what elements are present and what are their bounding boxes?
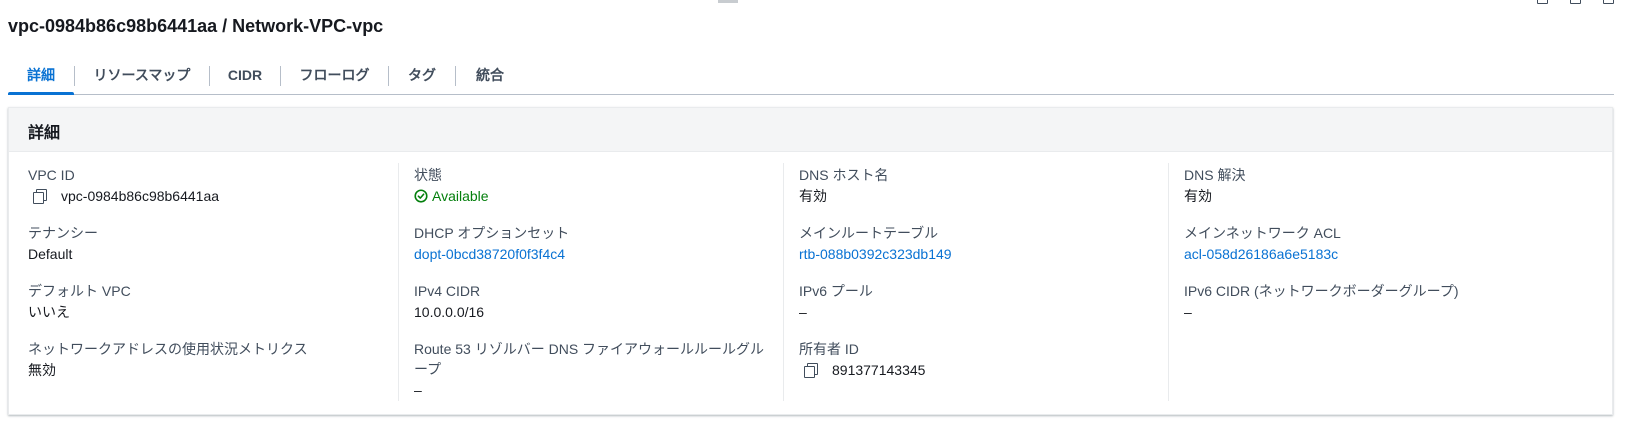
details-panel-header: 詳細 [9,108,1612,152]
window-icon[interactable] [1570,0,1581,4]
field-main-route-table: メインルートテーブル rtb-088b0392c323db149 [799,223,1169,265]
main-network-acl-link[interactable]: acl-058d26186a6e5183c [1184,243,1554,265]
details-panel-title: 詳細 [28,125,61,142]
tab-resource-map[interactable]: リソースマップ [75,60,209,93]
field-label: IPv6 CIDR (ネットワークボーダーグループ) [1184,283,1459,299]
field-value: – [799,304,807,320]
field-value: – [414,382,422,398]
tab-flow-logs[interactable]: フローログ [281,60,388,93]
field-label: デフォルト VPC [28,283,131,299]
field-label: 所有者 ID [799,341,859,357]
top-toolbar-icons [1537,0,1614,4]
status-text: Available [432,188,489,204]
field-label: ネットワークアドレスの使用状況メトリクス [28,341,308,357]
field-dns-hostnames: DNS ホスト名 有効 [799,165,1169,207]
field-ipv6-pool: IPv6 プール – [799,281,1169,323]
tab-details[interactable]: 詳細 [8,60,74,95]
details-panel: 詳細 VPC ID vpc-0984b86c98b6441aa テナンシー De… [8,107,1613,415]
field-state: 状態 Available [414,165,784,207]
field-value: Default [28,246,73,262]
field-label: テナンシー [28,225,98,241]
dhcp-option-set-link[interactable]: dopt-0bcd38720f0f3f4c4 [414,243,784,265]
field-network-address-usage-metrics: ネットワークアドレスの使用状況メトリクス 無効 [28,339,398,381]
field-route53-resolver-dns-firewall: Route 53 リゾルバー DNS ファイアウォールルールグループ – [414,339,784,401]
field-label: DNS 解決 [1184,167,1246,183]
field-label: メインルートテーブル [799,225,939,241]
tab-integrations[interactable]: 統合 [456,60,524,93]
owner-id-value: 891377143345 [832,362,926,378]
column-divider [783,163,784,401]
status-indicator: Available [414,185,784,207]
field-value: – [1184,304,1192,320]
top-edge-marker [718,0,738,3]
field-value: 891377143345 [799,359,1169,381]
field-label: IPv6 プール [799,283,873,299]
field-value: 10.0.0.0/16 [414,304,485,320]
window-icon[interactable] [1537,0,1548,4]
field-value: vpc-0984b86c98b6441aa [28,185,398,207]
main-route-table-link[interactable]: rtb-088b0392c323db149 [799,243,1169,265]
field-value: いいえ [28,304,70,320]
field-label: 状態 [414,167,442,183]
tab-tags[interactable]: タグ [389,60,455,93]
field-label: Route 53 リゾルバー DNS ファイアウォールルールグループ [414,341,765,377]
field-label: メインネットワーク ACL [1184,225,1341,241]
column-divider [1168,163,1169,401]
copy-icon[interactable] [803,362,819,378]
field-tenancy: テナンシー Default [28,223,398,265]
tab-bar: 詳細 リソースマップ CIDR フローログ タグ 統合 [8,60,1614,95]
field-main-network-acl: メインネットワーク ACL acl-058d26186a6e5183c [1184,223,1554,265]
field-value: 有効 [1184,188,1212,204]
vpc-id-value: vpc-0984b86c98b6441aa [61,188,220,204]
status-positive-icon [414,189,428,203]
tab-cidr[interactable]: CIDR [210,60,280,93]
field-label: DNS ホスト名 [799,167,889,183]
field-vpc-id: VPC ID vpc-0984b86c98b6441aa [28,165,398,207]
field-label: IPv4 CIDR [414,283,481,299]
field-label: VPC ID [28,167,75,183]
page-title: vpc-0984b86c98b6441aa / Network-VPC-vpc [8,16,384,36]
copy-icon[interactable] [32,188,48,204]
column-divider [398,163,399,401]
window-icon[interactable] [1603,0,1614,4]
field-dhcp-option-set: DHCP オプションセット dopt-0bcd38720f0f3f4c4 [414,223,784,265]
field-label: DHCP オプションセット [414,225,570,241]
field-value: 有効 [799,188,827,204]
field-dns-resolution: DNS 解決 有効 [1184,165,1554,207]
field-ipv4-cidr: IPv4 CIDR 10.0.0.0/16 [414,281,784,323]
field-default-vpc: デフォルト VPC いいえ [28,281,398,323]
field-owner-id: 所有者 ID 891377143345 [799,339,1169,381]
field-ipv6-cidr: IPv6 CIDR (ネットワークボーダーグループ) – [1184,281,1554,323]
field-value: 無効 [28,362,56,378]
